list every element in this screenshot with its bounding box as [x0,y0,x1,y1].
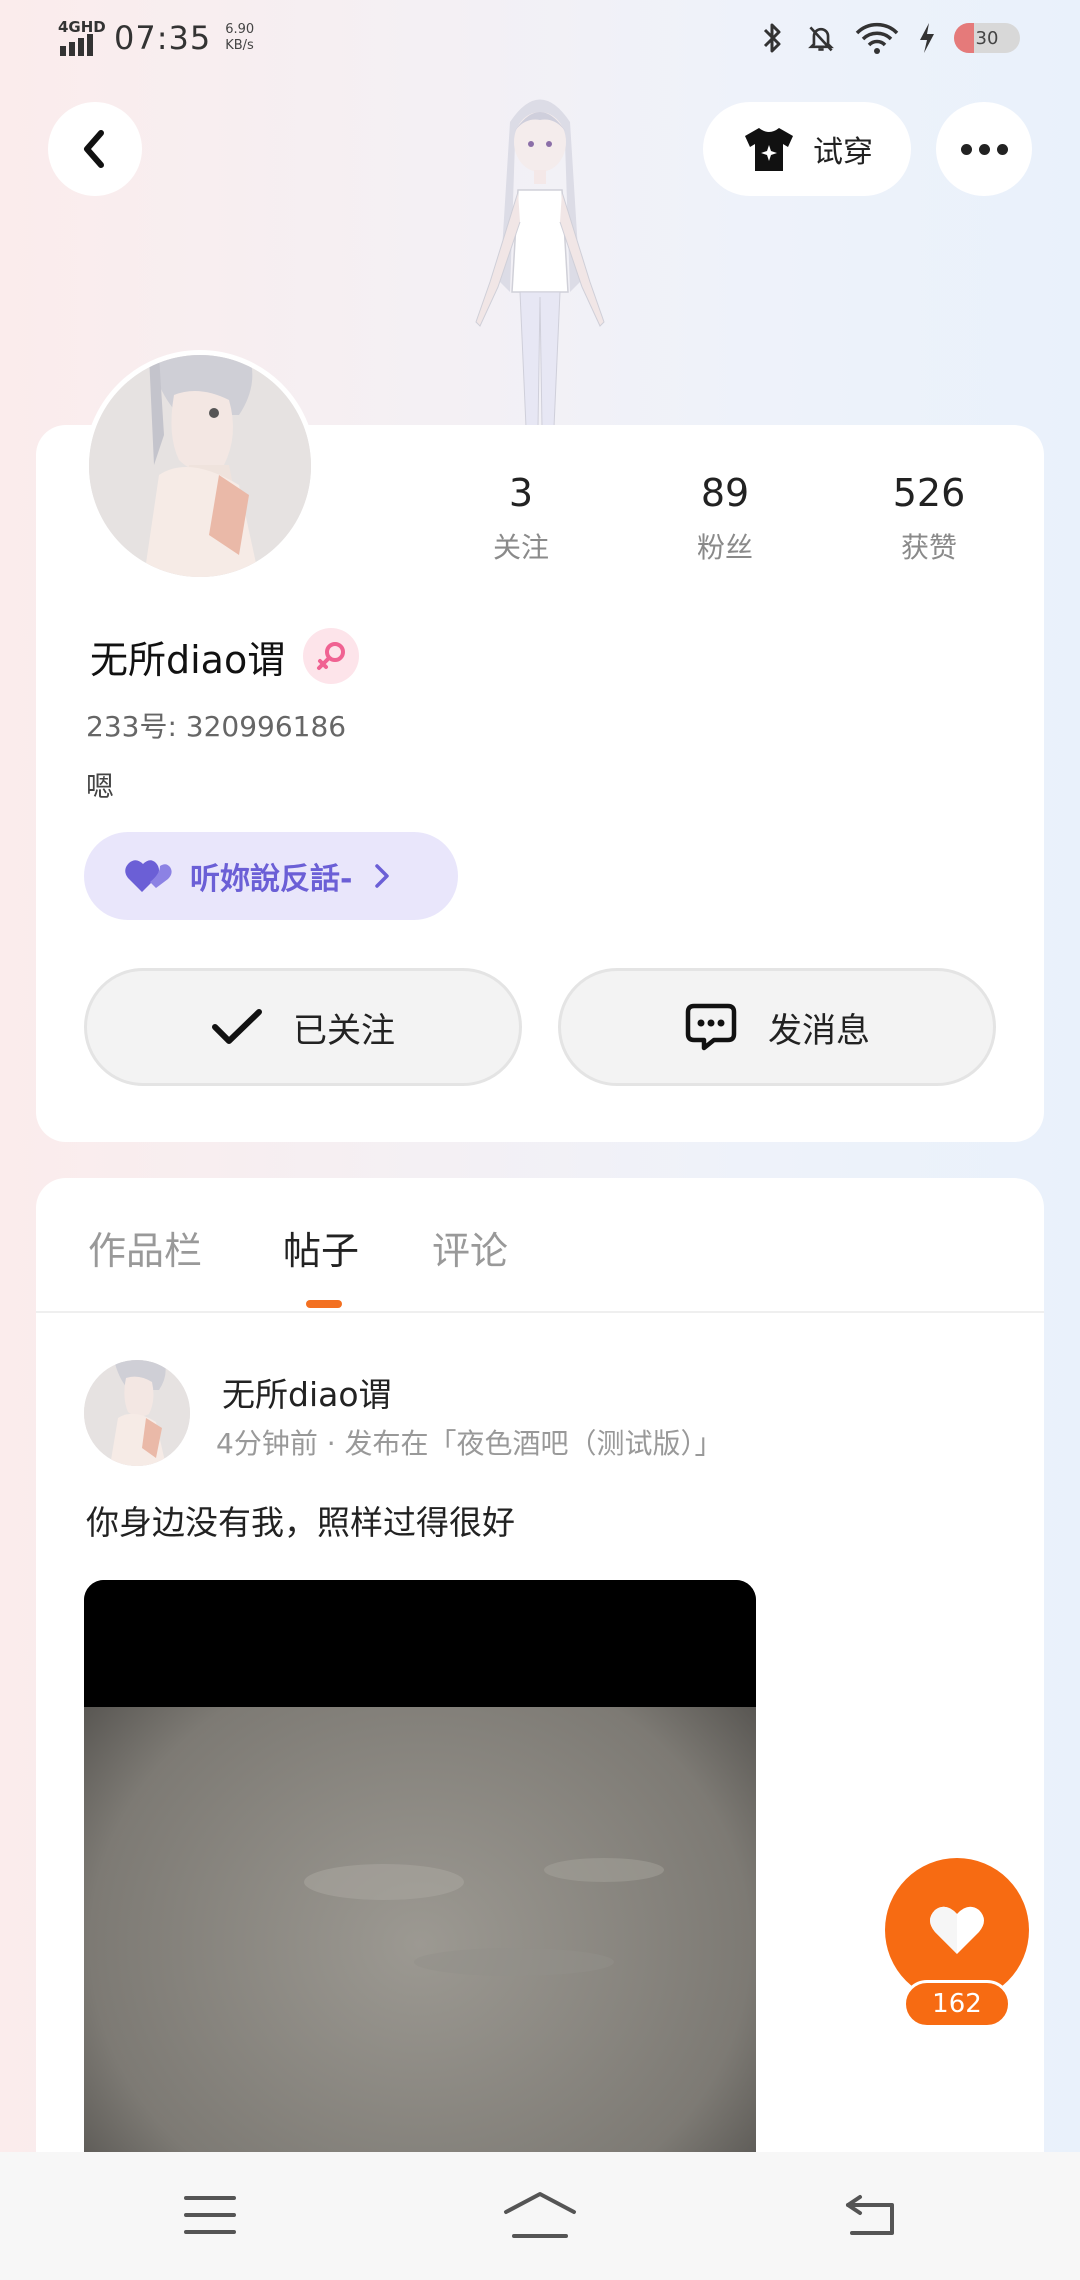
user-id: 233号: 320996186 [86,710,347,743]
active-tab-indicator [306,1300,342,1308]
status-bar: 4GHD 07:35 6.90 KB/s 30 [0,0,1080,80]
menu-icon [184,2196,236,2234]
wifi-icon [854,20,900,56]
heart-icon [125,860,172,892]
menu-nav-button[interactable] [170,2180,250,2250]
bell-off-icon [806,20,836,56]
chat-bubble-icon [685,1003,737,1051]
post-text[interactable]: 你身边没有我，照样过得很好 [86,1496,515,1544]
send-message-button[interactable]: 发消息 [558,968,996,1086]
more-dots-icon [960,143,972,155]
chevron-left-icon [84,130,104,168]
status-time: 07:35 [114,19,212,57]
network-speed: 6.90 KB/s [225,22,255,53]
content-tabs: 作品栏 帖子 评论 [36,1178,1044,1313]
more-options-button[interactable] [936,102,1032,196]
back-button[interactable] [48,102,142,196]
signal-icon: 4GHD [58,18,106,58]
fan-group-badge[interactable]: 听妳說反話- [84,832,458,920]
character-avatar-image[interactable] [430,82,650,428]
post-meta: 4分钟前 · 发布在「夜色酒吧（测试版）」 [216,1427,723,1460]
post-author-name[interactable]: 无所diao谓 [222,1368,392,1416]
like-count: 162 [903,1980,1011,2028]
username-row: 无所diao谓 [90,628,360,684]
username: 无所diao谓 [90,637,286,682]
tshirt-icon [745,128,793,171]
heart-icon [930,1906,984,1954]
chevron-right-icon [375,864,390,888]
user-bio: 嗯 [86,770,115,803]
battery-fill [954,23,974,53]
post-author-avatar[interactable] [84,1360,190,1466]
system-nav-bar [0,2152,1080,2280]
charging-icon [918,20,936,56]
followed-button[interactable]: 已关注 [84,968,522,1086]
stat-following[interactable]: 3 关注 [441,470,601,566]
try-on-button[interactable]: 试穿 [703,102,911,196]
profile-stats: 3 关注 89 粉丝 526 获赞 [0,470,1080,570]
back-nav-button[interactable] [830,2180,910,2250]
stat-followers[interactable]: 89 粉丝 [645,470,805,566]
bluetooth-icon [758,20,788,56]
tab-posts[interactable]: 帖子 [283,1220,359,1275]
checkmark-icon [212,1009,262,1044]
battery-icon: 30 [954,23,1020,53]
stat-likes[interactable]: 526 获赞 [849,470,1009,566]
posts-card: 作品栏 帖子 评论 无所diao谓 4分钟前 · 发布在「夜色酒吧（测试版）」 … [36,1178,1044,2280]
return-icon [846,2195,894,2235]
home-icon [504,2192,576,2238]
tab-comments[interactable]: 评论 [432,1220,508,1275]
tab-works[interactable]: 作品栏 [88,1220,202,1275]
female-icon [303,628,360,684]
home-nav-button[interactable] [500,2180,580,2250]
